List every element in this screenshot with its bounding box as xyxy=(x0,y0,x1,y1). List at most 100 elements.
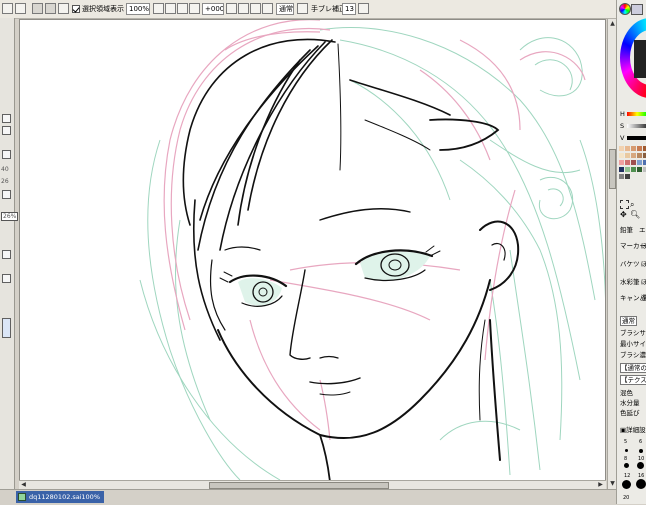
select-tool-icon[interactable] xyxy=(2,3,13,14)
brush-preset-dot[interactable] xyxy=(622,480,631,489)
zoom-tool-icon[interactable]: 🔍︎ xyxy=(630,210,640,219)
panel-button[interactable] xyxy=(2,150,11,159)
color-wheel-icon[interactable] xyxy=(619,3,631,15)
tool-blur2-label[interactable]: ぼ xyxy=(641,260,646,268)
stabilizer-icon[interactable] xyxy=(297,3,308,14)
panel-button[interactable] xyxy=(2,250,11,259)
brush-preset-dot[interactable] xyxy=(624,463,629,468)
tool-bucket-label[interactable]: バケツ xyxy=(620,260,640,268)
color-panel-icon[interactable] xyxy=(631,4,643,15)
zoom-out-icon[interactable] xyxy=(153,3,164,14)
color-square[interactable] xyxy=(634,40,646,78)
clear-selection-icon[interactable] xyxy=(45,3,56,14)
color-swatch[interactable] xyxy=(625,153,630,158)
color-swatch[interactable] xyxy=(637,167,642,172)
color-swatch[interactable] xyxy=(631,167,636,172)
tool-pencil-label[interactable]: 鉛筆 xyxy=(620,226,633,234)
zoom-reset-icon[interactable] xyxy=(189,3,200,14)
left-zoom-label: 26% xyxy=(1,212,19,221)
panel-button[interactable] xyxy=(2,190,11,199)
brush-size-preset[interactable]: 6 xyxy=(639,438,642,446)
tool-blur3-label[interactable]: ぼ xyxy=(641,278,646,286)
color-swatch[interactable] xyxy=(625,160,630,165)
drawing-canvas[interactable] xyxy=(19,19,606,481)
tool-blur-label[interactable]: ぼ xyxy=(641,242,646,250)
color-swatch[interactable] xyxy=(637,153,642,158)
scroll-up-icon[interactable]: ▲ xyxy=(609,20,616,27)
brush-preset-dot[interactable] xyxy=(636,479,646,489)
panel-button[interactable] xyxy=(2,274,11,283)
brush-size-preset[interactable]: 12 xyxy=(624,472,630,480)
tool-watercolor-label[interactable]: 水彩筆 xyxy=(620,278,640,286)
color-swatch[interactable] xyxy=(637,146,642,151)
stabilizer-label: 手ブレ補正 xyxy=(311,5,346,13)
color-swatch[interactable] xyxy=(625,167,630,172)
saturation-slider[interactable] xyxy=(627,124,646,128)
vertical-scroll-thumb[interactable] xyxy=(609,149,616,189)
blend-mode-select[interactable]: 通常 xyxy=(276,3,294,15)
file-zoom: 100% xyxy=(81,493,100,501)
color-swatch[interactable] xyxy=(625,174,630,179)
rotation-field[interactable]: +000° xyxy=(202,3,224,15)
lasso-icon[interactable]: ⌕ xyxy=(630,200,634,210)
color-swatch[interactable] xyxy=(631,146,636,151)
color-swatch[interactable] xyxy=(625,146,630,151)
file-icon xyxy=(18,493,26,501)
hue-slider[interactable] xyxy=(627,112,646,116)
color-swatch[interactable] xyxy=(637,160,642,165)
zoom-field[interactable]: 100% xyxy=(126,3,150,15)
mix-color-label: 混色 xyxy=(620,389,633,397)
artwork xyxy=(139,20,605,480)
selection-source-checkbox[interactable] xyxy=(72,5,80,13)
flip-icon[interactable] xyxy=(262,3,273,14)
rotate-reset-icon[interactable] xyxy=(250,3,261,14)
horizontal-scroll-thumb[interactable] xyxy=(209,482,389,489)
value-slider[interactable] xyxy=(627,136,646,140)
stabilizer-dropdown-icon[interactable] xyxy=(358,3,369,14)
color-swatch[interactable] xyxy=(619,160,624,165)
brush-preset-dot[interactable] xyxy=(637,462,644,469)
panel-button[interactable] xyxy=(2,126,11,135)
brush-preset-dot[interactable] xyxy=(639,449,643,453)
invert-selection-icon[interactable] xyxy=(32,3,43,14)
brush-preset-dot[interactable] xyxy=(625,449,628,452)
zoom-in-icon[interactable] xyxy=(165,3,176,14)
line-art-layer xyxy=(182,38,520,480)
select-all-icon[interactable] xyxy=(58,3,69,14)
scroll-left-icon[interactable]: ◀ xyxy=(20,481,27,488)
brush-size-preset[interactable]: 5 xyxy=(624,438,627,446)
detail-settings-label[interactable]: ▣詳細設 xyxy=(620,426,646,434)
left-number: 26 xyxy=(1,178,9,185)
color-swatch[interactable] xyxy=(631,153,636,158)
color-swatch[interactable] xyxy=(619,174,624,179)
stabilizer-field[interactable]: 13 xyxy=(342,3,356,15)
color-swatches[interactable] xyxy=(619,146,646,194)
min-size-label: 最小サイズ xyxy=(620,340,646,348)
scroll-right-icon[interactable]: ▶ xyxy=(597,481,604,488)
color-swatch[interactable] xyxy=(619,167,624,172)
zoom-fit-icon[interactable] xyxy=(177,3,188,14)
color-swatch[interactable] xyxy=(619,153,624,158)
rotate-left-icon[interactable] xyxy=(226,3,237,14)
brush-size-preset[interactable]: 20 xyxy=(623,494,629,502)
panel-button[interactable] xyxy=(2,114,11,123)
file-tab[interactable]: dq11280102.sai 100% xyxy=(16,491,104,503)
rotate-right-icon[interactable] xyxy=(238,3,249,14)
brush-texture-select[interactable]: 【テクスチャ xyxy=(620,375,646,385)
brush-shape-select[interactable]: 【通常の円 xyxy=(620,363,646,373)
selection-source-label: 選択領域表示 xyxy=(82,5,124,13)
move-icon[interactable]: ✥ xyxy=(620,210,627,219)
brush-size-preset[interactable]: 8 xyxy=(624,455,627,463)
right-tool-panel: H S V ⌕ ✥ 🔍︎ 鉛筆 エ マーカー ぼ バケツ ぼ 水彩筆 ぼ キャン… xyxy=(616,0,646,504)
tool-select-label[interactable]: 選 xyxy=(641,294,646,302)
tool-eraser-label[interactable]: エ xyxy=(639,226,646,234)
select-rect-icon[interactable] xyxy=(620,200,629,209)
brush-blend-mode-select[interactable]: 通常 xyxy=(620,316,637,326)
layer-thumbnail[interactable] xyxy=(2,318,11,338)
status-bar: dq11280102.sai 100% xyxy=(0,489,646,505)
scroll-down-icon[interactable]: ▼ xyxy=(609,480,616,487)
color-swatch[interactable] xyxy=(619,146,624,151)
color-swatch[interactable] xyxy=(631,160,636,165)
top-toolbar: 選択領域表示 100% +000° 通常 手ブレ補正 13 xyxy=(0,0,646,19)
deselect-tool-icon[interactable] xyxy=(15,3,26,14)
